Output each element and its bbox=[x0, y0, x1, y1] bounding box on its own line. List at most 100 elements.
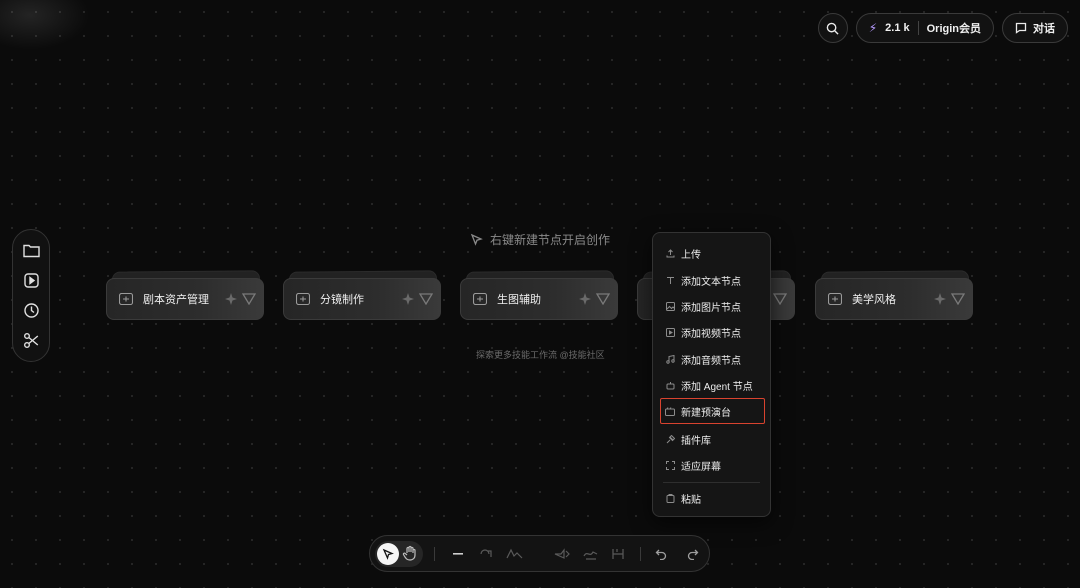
plugin-icon bbox=[665, 434, 675, 444]
menu-item-upload[interactable]: 上传 bbox=[661, 242, 762, 264]
select-cursor-icon bbox=[382, 548, 394, 560]
select-tool-button[interactable] bbox=[377, 543, 399, 565]
redo-icon bbox=[687, 549, 699, 560]
paste-icon bbox=[665, 493, 675, 503]
tool-icon bbox=[480, 549, 492, 557]
menu-item-add-image-node[interactable]: 添加图片节点 bbox=[661, 295, 762, 317]
media-button[interactable] bbox=[19, 269, 43, 293]
undo-button[interactable] bbox=[652, 545, 670, 563]
triangle-icon bbox=[419, 293, 433, 305]
menu-item-add-audio-node[interactable]: 添加音频节点 bbox=[661, 348, 762, 370]
search-icon bbox=[826, 22, 839, 35]
menu-divider bbox=[663, 482, 760, 483]
menu-item-label: 粘贴 bbox=[681, 494, 701, 506]
stage-icon bbox=[665, 406, 675, 416]
tool-button[interactable] bbox=[477, 545, 495, 563]
menu-item-label: 适应屏幕 bbox=[681, 461, 721, 473]
menu-item-label: 新建预演台 bbox=[681, 407, 731, 419]
left-toolbar bbox=[12, 229, 50, 362]
card-decoration bbox=[401, 292, 433, 306]
menu-item-label: 上传 bbox=[681, 249, 701, 261]
toolbar-divider bbox=[434, 547, 435, 561]
video-icon bbox=[665, 327, 675, 337]
menu-item-add-agent-node[interactable]: 添加 Agent 节点 bbox=[661, 374, 762, 396]
canvas-hint: 右键新建节点开启创作 bbox=[470, 231, 610, 248]
scissors-icon bbox=[23, 332, 38, 348]
membership-label[interactable]: Origin会员 bbox=[927, 20, 981, 36]
chat-icon bbox=[1015, 22, 1027, 34]
menu-item-label: 添加视频节点 bbox=[681, 328, 741, 340]
text-icon bbox=[665, 275, 675, 285]
search-button[interactable] bbox=[817, 13, 848, 43]
chat-label: 对话 bbox=[1033, 23, 1055, 35]
tool-button[interactable] bbox=[553, 545, 571, 563]
triangle-icon bbox=[242, 293, 256, 305]
workflow-card[interactable]: 剧本资产管理 bbox=[106, 270, 264, 320]
card-label: 生图辅助 bbox=[497, 294, 541, 306]
history-button[interactable] bbox=[19, 298, 43, 322]
menu-item-add-video-node[interactable]: 添加视频节点 bbox=[661, 321, 762, 343]
toolbar-divider bbox=[640, 547, 641, 561]
upload-icon bbox=[665, 248, 675, 258]
chat-button[interactable]: 对话 bbox=[1002, 13, 1068, 43]
image-icon bbox=[665, 301, 675, 311]
workflow-card[interactable]: 美学风格 bbox=[815, 270, 973, 320]
menu-item-label: 插件库 bbox=[681, 435, 711, 447]
tool-icon bbox=[583, 551, 598, 560]
hand-tool-button[interactable] bbox=[402, 545, 418, 561]
workflow-card[interactable]: 分镜制作 bbox=[283, 270, 441, 320]
media-icon bbox=[23, 273, 39, 288]
context-menu: 上传 添加文本节点 添加图片节点 添加视频节点 添加音频节点 添加 Agent … bbox=[652, 232, 771, 517]
card-label: 剧本资产管理 bbox=[143, 294, 209, 306]
menu-item-add-text-node[interactable]: 添加文本节点 bbox=[661, 269, 762, 291]
sparkle-icon bbox=[579, 293, 591, 305]
tool-button[interactable] bbox=[582, 545, 600, 563]
triangle-icon bbox=[951, 293, 965, 305]
tool-button[interactable] bbox=[506, 545, 524, 563]
credits-membership-pill[interactable]: ⚡ 2.1 k Origin会员 bbox=[855, 13, 994, 43]
sparkle-icon bbox=[934, 293, 946, 305]
corner-glow bbox=[0, 0, 90, 50]
menu-item-fit-screen[interactable]: 适应屏幕 bbox=[661, 454, 762, 476]
bolt-icon: ⚡ bbox=[868, 21, 878, 35]
menu-item-label: 添加 Agent 节点 bbox=[681, 381, 753, 393]
history-icon bbox=[23, 303, 39, 318]
scissors-button[interactable] bbox=[19, 328, 43, 352]
triangle-icon bbox=[773, 293, 787, 305]
workflow-icon bbox=[119, 293, 133, 305]
cursor-mode-group bbox=[375, 541, 423, 567]
card-label: 分镜制作 bbox=[320, 294, 364, 306]
sparkle-icon bbox=[225, 293, 237, 305]
menu-item-new-preview-stage[interactable]: 新建预演台 bbox=[660, 398, 765, 424]
tool-icon bbox=[612, 549, 624, 559]
bottom-toolbar bbox=[369, 535, 710, 572]
folder-icon bbox=[22, 245, 40, 258]
tool-button[interactable] bbox=[609, 545, 627, 563]
card-decoration bbox=[224, 292, 256, 306]
workflow-card[interactable]: 生图辅助 bbox=[460, 270, 618, 320]
sparkle-icon bbox=[402, 293, 414, 305]
pointer-icon bbox=[470, 233, 483, 246]
tool-icon bbox=[506, 548, 523, 559]
minus-icon bbox=[453, 553, 463, 555]
fit-screen-icon bbox=[665, 460, 675, 470]
triangle-icon bbox=[596, 293, 610, 305]
agent-icon bbox=[665, 380, 675, 390]
zoom-out-button[interactable] bbox=[449, 545, 467, 563]
card-label: 美学风格 bbox=[852, 294, 896, 306]
explore-link[interactable]: 探索更多技能工作流 @技能社区 bbox=[476, 348, 605, 361]
menu-item-label: 添加音频节点 bbox=[681, 355, 741, 367]
card-decoration bbox=[578, 292, 610, 306]
credits-value: 2.1 k bbox=[885, 22, 910, 34]
card-decoration bbox=[933, 292, 965, 306]
menu-item-paste[interactable]: 粘贴 bbox=[661, 487, 762, 509]
hint-text: 右键新建节点开启创作 bbox=[490, 233, 611, 247]
undo-icon bbox=[655, 549, 667, 560]
menu-item-plugin-library[interactable]: 插件库 bbox=[661, 428, 762, 450]
folder-button[interactable] bbox=[19, 239, 43, 263]
redo-button[interactable] bbox=[684, 545, 702, 563]
tool-icon bbox=[554, 548, 570, 559]
menu-item-label: 添加文本节点 bbox=[681, 276, 741, 288]
workflow-icon bbox=[296, 293, 310, 305]
hand-icon bbox=[402, 545, 416, 561]
